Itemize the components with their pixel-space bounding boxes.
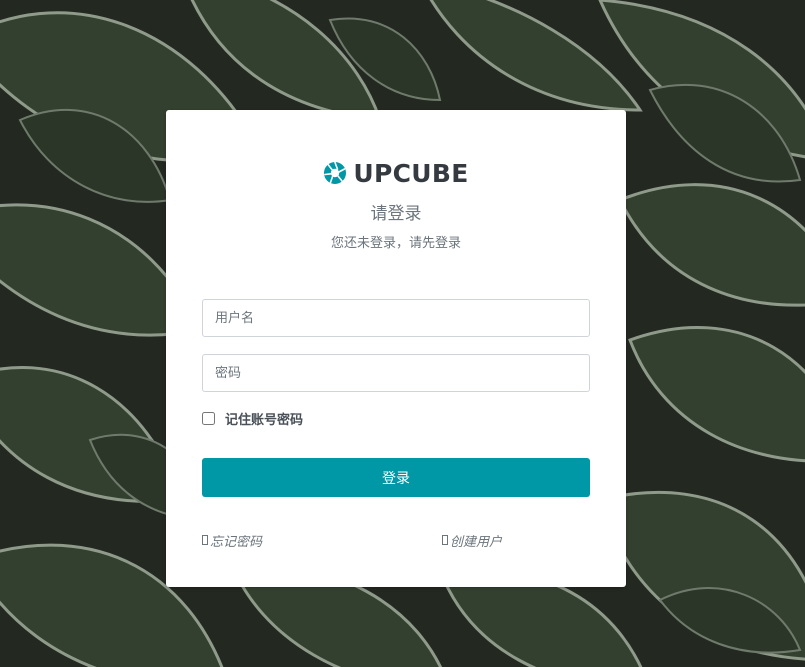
- missing-glyph-icon: [202, 535, 208, 545]
- brand-logo: UPCUBE: [166, 158, 626, 188]
- remember-label[interactable]: 记住账号密码: [225, 409, 303, 428]
- create-user-link[interactable]: 创建用户: [442, 531, 503, 550]
- forgot-password-label: 忘记密码: [210, 534, 263, 550]
- login-subtitle: 您还未登录，请先登录: [330, 236, 461, 251]
- brand-name: UPCUBE: [353, 158, 469, 188]
- forgot-password-link[interactable]: 忘记密码: [202, 531, 263, 550]
- remember-checkbox[interactable]: [202, 411, 215, 425]
- login-title: 请登录: [370, 204, 422, 224]
- remember-row: 记住账号密码: [202, 408, 303, 428]
- password-input[interactable]: [202, 354, 590, 392]
- login-button[interactable]: 登录: [202, 458, 590, 497]
- username-input[interactable]: [202, 299, 590, 337]
- missing-glyph-icon: [442, 535, 448, 545]
- create-user-label: 创建用户: [450, 534, 503, 550]
- aperture-icon: [323, 161, 347, 185]
- login-card: UPCUBE 请登录 您还未登录，请先登录 记住账号密码 登录 忘记密码 创建用…: [166, 110, 626, 587]
